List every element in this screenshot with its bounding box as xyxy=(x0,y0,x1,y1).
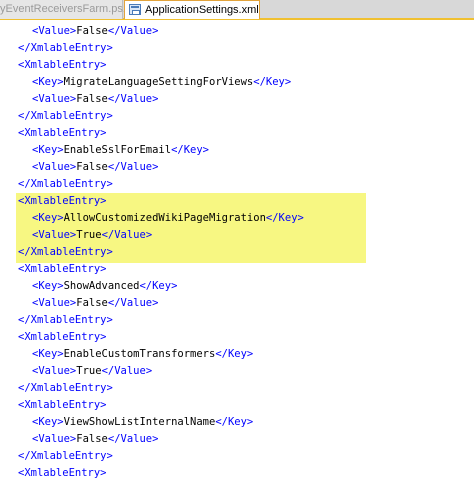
xml-open-tag: <Key> xyxy=(32,280,64,292)
code-line: <Key>ShowAdvanced</Key> xyxy=(32,278,177,295)
xml-open-tag: </XmlableEntry> xyxy=(18,314,113,326)
xml-close-tag: </Value> xyxy=(107,93,159,105)
code-line: <Value>False</Value> xyxy=(32,23,158,40)
xml-open-tag: <Value> xyxy=(32,93,77,105)
code-line: <XmlableEntry> xyxy=(18,329,107,346)
tab-label: yEventReceiversFarm.ps1 xyxy=(0,3,129,15)
xml-open-tag: <XmlableEntry> xyxy=(18,263,107,275)
xml-close-tag: </Value> xyxy=(107,161,159,173)
xml-close-tag: </Value> xyxy=(101,365,153,377)
xml-close-tag: </Key> xyxy=(253,76,292,88)
xml-open-tag: <Value> xyxy=(32,433,77,445)
code-line: <Value>False</Value> xyxy=(32,159,158,176)
xml-open-tag: </XmlableEntry> xyxy=(18,246,113,258)
xml-open-tag: <Value> xyxy=(32,229,77,241)
xml-value-text: False xyxy=(76,297,108,309)
xml-close-tag: </Key> xyxy=(215,348,254,360)
code-line: <Key>MigrateLanguageSettingForViews</Key… xyxy=(32,74,291,91)
xml-value-text: True xyxy=(76,365,102,377)
xml-value-text: False xyxy=(76,433,108,445)
code-line: <Key>ViewShowListInternalName</Key> xyxy=(32,414,253,431)
xml-open-tag: </XmlableEntry> xyxy=(18,450,113,462)
code-line: <XmlableEntry> xyxy=(18,397,107,414)
xml-close-tag: </Value> xyxy=(107,25,159,37)
code-line: </XmlableEntry> xyxy=(18,40,113,57)
tab-bar: yEventReceiversFarm.ps1 ApplicationSetti… xyxy=(0,0,474,20)
code-line: <Value>True</Value> xyxy=(32,227,152,244)
code-line: <XmlableEntry> xyxy=(18,125,107,142)
code-line: <Value>False</Value> xyxy=(32,295,158,312)
xml-close-tag: </Key> xyxy=(171,144,210,156)
xml-close-tag: </Key> xyxy=(215,416,254,428)
code-line: </XmlableEntry> xyxy=(18,176,113,193)
code-line: </XmlableEntry> xyxy=(18,380,113,397)
xml-value-text: EnableCustomTransformers xyxy=(63,348,216,360)
xml-open-tag: <Value> xyxy=(32,161,77,173)
xml-open-tag: <Key> xyxy=(32,76,64,88)
xml-open-tag: <XmlableEntry> xyxy=(18,195,107,207)
xml-value-text: EnableSslForEmail xyxy=(63,144,172,156)
xml-value-text: AllowCustomizedWikiPageMigration xyxy=(63,212,266,224)
xml-open-tag: <Value> xyxy=(32,25,77,37)
code-line: </XmlableEntry> xyxy=(18,312,113,329)
xml-open-tag: </XmlableEntry> xyxy=(18,382,113,394)
xml-value-text: False xyxy=(76,93,108,105)
code-line: <XmlableEntry> xyxy=(18,261,107,278)
xml-open-tag: <Key> xyxy=(32,144,64,156)
xml-open-tag: <Key> xyxy=(32,212,64,224)
xml-close-tag: </Key> xyxy=(139,280,178,292)
xml-open-tag: <XmlableEntry> xyxy=(18,59,107,71)
xml-open-tag: <XmlableEntry> xyxy=(18,127,107,139)
code-line: <XmlableEntry> xyxy=(18,465,107,482)
xml-value-text: ViewShowListInternalName xyxy=(63,416,216,428)
xml-open-tag: </XmlableEntry> xyxy=(18,110,113,122)
xml-open-tag: <Key> xyxy=(32,416,64,428)
code-line: <XmlableEntry> xyxy=(18,57,107,74)
xml-open-tag: </XmlableEntry> xyxy=(18,42,113,54)
xml-open-tag: </XmlableEntry> xyxy=(18,178,113,190)
code-line: </XmlableEntry> xyxy=(18,448,113,465)
xml-value-text: True xyxy=(76,229,102,241)
xml-open-tag: <Value> xyxy=(32,297,77,309)
xml-value-text: False xyxy=(76,25,108,37)
xml-open-tag: <Value> xyxy=(32,365,77,377)
xml-open-tag: <XmlableEntry> xyxy=(18,331,107,343)
code-line: <Value>True</Value> xyxy=(32,363,152,380)
xml-value-text: False xyxy=(76,161,108,173)
tab-application-settings[interactable]: ApplicationSettings.xml xyxy=(124,0,260,19)
code-line: <Key>AllowCustomizedWikiPageMigration</K… xyxy=(32,210,304,227)
code-line: </XmlableEntry> xyxy=(18,108,113,125)
xml-open-tag: <Key> xyxy=(32,348,64,360)
tab-event-receivers-farm[interactable]: yEventReceiversFarm.ps1 xyxy=(0,0,129,19)
tab-label: ApplicationSettings.xml xyxy=(145,4,259,16)
code-line: <Value>False</Value> xyxy=(32,431,158,448)
code-line: <Value>False</Value> xyxy=(32,91,158,108)
xml-close-tag: </Value> xyxy=(107,433,159,445)
xml-close-tag: </Key> xyxy=(265,212,304,224)
xml-value-text: ShowAdvanced xyxy=(63,280,140,292)
xml-value-text: MigrateLanguageSettingForViews xyxy=(63,76,254,88)
xml-close-tag: </Value> xyxy=(107,297,159,309)
code-line: <Key>EnableSslForEmail</Key> xyxy=(32,142,209,159)
xml-open-tag: <XmlableEntry> xyxy=(18,399,107,411)
xml-open-tag: <XmlableEntry> xyxy=(18,467,107,479)
xml-file-icon xyxy=(129,4,141,15)
code-line: </XmlableEntry> xyxy=(18,244,113,261)
code-editor[interactable]: <Value>False</Value> </XmlableEntry> <Xmla… xyxy=(0,20,474,485)
xml-close-tag: </Value> xyxy=(101,229,153,241)
code-line: <Key>EnableCustomTransformers</Key> xyxy=(32,346,253,363)
code-line: <XmlableEntry> xyxy=(18,193,107,210)
